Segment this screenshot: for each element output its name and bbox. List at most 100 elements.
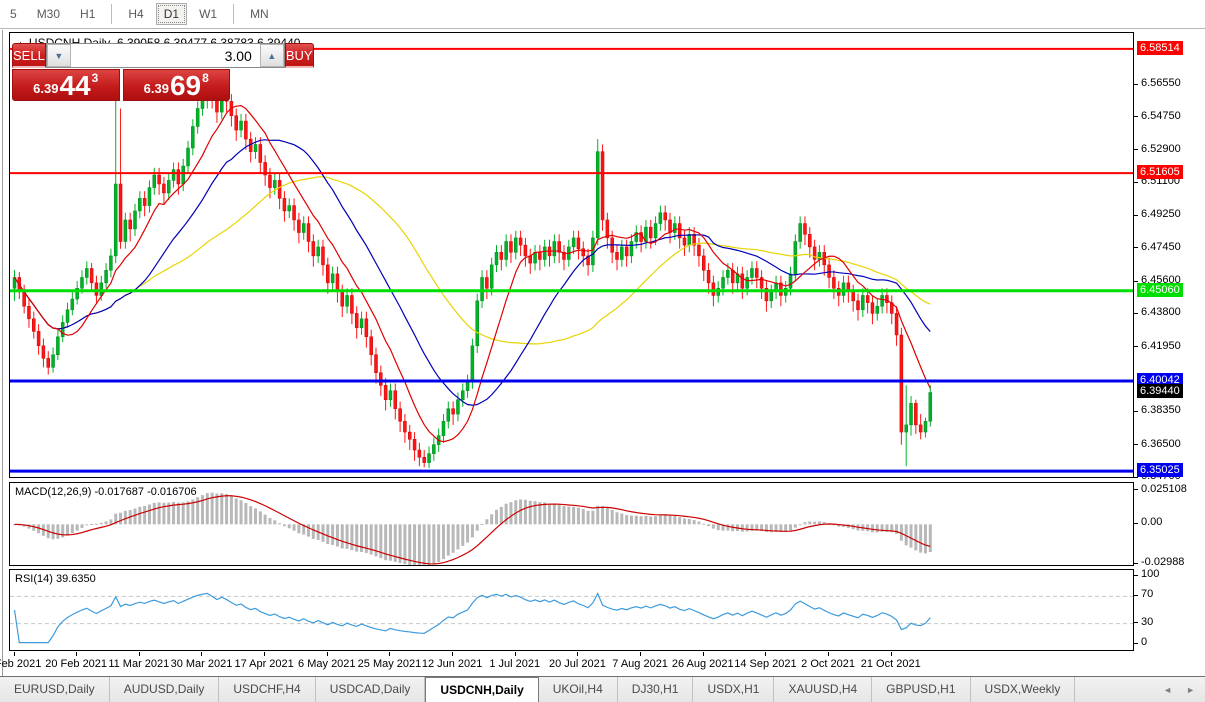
date-axis[interactable]: 2 Feb 202120 Feb 202111 Mar 202130 Mar 2… [9, 652, 1134, 676]
price-tick-label: 6.54750 [1141, 110, 1181, 122]
price-tick-mark [1134, 116, 1138, 117]
tab-scroll-left-icon[interactable]: ◄ [1163, 685, 1172, 695]
price-tick-label: 6.38350 [1141, 404, 1181, 416]
price-tick-label: 6.43800 [1141, 306, 1181, 318]
chart-tab-UKOil[interactable]: UKOil,H4 [539, 677, 618, 702]
price-tick-label: 6.52900 [1141, 143, 1181, 155]
buy-button[interactable]: BUY [285, 43, 314, 68]
tab-scroll-controls: ◄ ► [1163, 677, 1205, 702]
date-tick-mark [891, 652, 892, 656]
price-tick-label: 6.47450 [1141, 241, 1181, 253]
rsi-tick-label: 0 [1141, 636, 1147, 648]
one-click-trade-widget: SELL ▼ ▲ BUY 6.39 44 3 6.39 [12, 43, 230, 101]
buy-price-sup: 8 [202, 71, 209, 85]
date-label: 7 Aug 2021 [612, 658, 668, 670]
chart-tab-EURUSD[interactable]: EURUSD,Daily [0, 677, 110, 702]
chart-tabs: EURUSD,DailyAUDUSD,DailyUSDCHF,H4USDCAD,… [0, 677, 1075, 702]
date-label: 1 Jul 2021 [489, 658, 540, 670]
date-tick-mark [640, 652, 641, 656]
toolbar-separator [111, 4, 112, 24]
price-tick-mark [1134, 215, 1138, 216]
date-label: 17 Apr 2021 [234, 658, 293, 670]
date-tick-mark [327, 652, 328, 656]
date-tick-mark [515, 652, 516, 656]
rsi-chart[interactable] [10, 570, 1133, 650]
date-tick-mark [389, 652, 390, 656]
macd-tick-label: 0.00 [1141, 516, 1162, 528]
chart-tab-USDX[interactable]: USDX,H1 [693, 677, 774, 702]
date-label: 2 Feb 2021 [0, 658, 41, 670]
price-tick-label: 6.36500 [1141, 438, 1181, 450]
rsi-tick-mark [1134, 622, 1138, 623]
price-tick-mark [1134, 84, 1138, 85]
chart-tab-DJ30[interactable]: DJ30,H1 [618, 677, 694, 702]
date-tick-mark [703, 652, 704, 656]
price-tick-mark [1134, 346, 1138, 347]
macd-label: MACD(12,26,9) -0.017687 -0.016706 [15, 486, 197, 498]
date-tick-mark [139, 652, 140, 656]
price-tick-mark [1134, 411, 1138, 412]
macd-tick-label: 0.025108 [1141, 483, 1187, 495]
timeframe-toolbar: 5M30H1 H4D1W1 MN [0, 0, 1205, 29]
buy-price-display[interactable]: 6.39 69 8 [123, 69, 231, 101]
price-tick-label: 6.56550 [1141, 77, 1181, 89]
timeframe-button-M30[interactable]: M30 [29, 3, 68, 25]
timeframe-button-H4[interactable]: H4 [120, 3, 151, 25]
rsi-tick-mark [1134, 575, 1138, 576]
chart-window: ▲USDCNH,Daily 6.39058 6.39477 6.38783 6.… [2, 30, 1205, 676]
date-label: 12 Jun 2021 [422, 658, 483, 670]
volume-increase-icon[interactable]: ▲ [260, 44, 284, 67]
date-label: 25 May 2021 [358, 658, 422, 670]
macd-tick-mark [1134, 563, 1138, 564]
hline-price-badge: 6.51605 [1137, 165, 1183, 179]
macd-panel[interactable]: MACD(12,26,9) -0.017687 -0.016706 [9, 482, 1134, 566]
macd-tick-label: -0.02988 [1141, 556, 1184, 568]
rsi-label: RSI(14) 39.6350 [15, 573, 96, 585]
sell-button[interactable]: SELL [12, 43, 46, 68]
chart-tab-USDX[interactable]: USDX,Weekly [971, 677, 1076, 702]
tab-scroll-right-icon[interactable]: ► [1186, 685, 1195, 695]
buy-price-prefix: 6.39 [144, 81, 169, 96]
buy-price-big: 69 [170, 73, 201, 99]
date-tick-mark [828, 652, 829, 656]
hline-price-badge: 6.58514 [1137, 41, 1183, 55]
chart-tab-USDCHF[interactable]: USDCHF,H4 [219, 677, 315, 702]
rsi-tick-mark [1134, 595, 1138, 596]
hline-price-badge: 6.45060 [1137, 283, 1183, 297]
rsi-panel[interactable]: RSI(14) 39.6350 [9, 569, 1134, 651]
chart-tab-GBPUSD[interactable]: GBPUSD,H1 [872, 677, 970, 702]
sell-price-display[interactable]: 6.39 44 3 [12, 69, 120, 101]
price-axis[interactable]: 6.565506.547506.529006.511006.492506.474… [1134, 32, 1205, 651]
timeframe-button-MN[interactable]: MN [242, 3, 277, 25]
price-tick-mark [1134, 281, 1138, 282]
date-tick-mark [577, 652, 578, 656]
timeframe-button-H1[interactable]: H1 [72, 3, 103, 25]
date-label: 21 Oct 2021 [861, 658, 921, 670]
date-tick-mark [765, 652, 766, 656]
rsi-tick-mark [1134, 643, 1138, 644]
timeframe-button-W1[interactable]: W1 [191, 3, 225, 25]
date-tick-mark [201, 652, 202, 656]
hline-price-badge: 6.35025 [1137, 463, 1183, 477]
volume-input[interactable] [71, 44, 260, 67]
volume-decrease-icon[interactable]: ▼ [47, 44, 71, 67]
rsi-tick-label: 30 [1141, 616, 1153, 628]
price-tick-mark [1134, 444, 1138, 445]
chart-tab-USDCNH[interactable]: USDCNH,Daily [425, 677, 538, 702]
chart-tab-bar: EURUSD,DailyAUDUSD,DailyUSDCHF,H4USDCAD,… [0, 676, 1205, 702]
date-tick-mark [264, 652, 265, 656]
chart-tab-XAUUSD[interactable]: XAUUSD,H4 [774, 677, 872, 702]
rsi-tick-label: 100 [1141, 568, 1159, 580]
chart-tab-AUDUSD[interactable]: AUDUSD,Daily [110, 677, 220, 702]
macd-tick-mark [1134, 523, 1138, 524]
sell-price-big: 44 [59, 73, 90, 99]
sell-price-sup: 3 [92, 71, 99, 85]
date-label: 11 Mar 2021 [108, 658, 169, 670]
date-label: 6 May 2021 [298, 658, 355, 670]
chart-tab-USDCAD[interactable]: USDCAD,Daily [316, 677, 426, 702]
date-tick-mark [14, 652, 15, 656]
timeframe-button-5[interactable]: 5 [2, 3, 25, 25]
price-tick-mark [1134, 247, 1138, 248]
price-chart-panel[interactable]: ▲USDCNH,Daily 6.39058 6.39477 6.38783 6.… [9, 32, 1134, 478]
timeframe-button-D1[interactable]: D1 [156, 3, 187, 25]
